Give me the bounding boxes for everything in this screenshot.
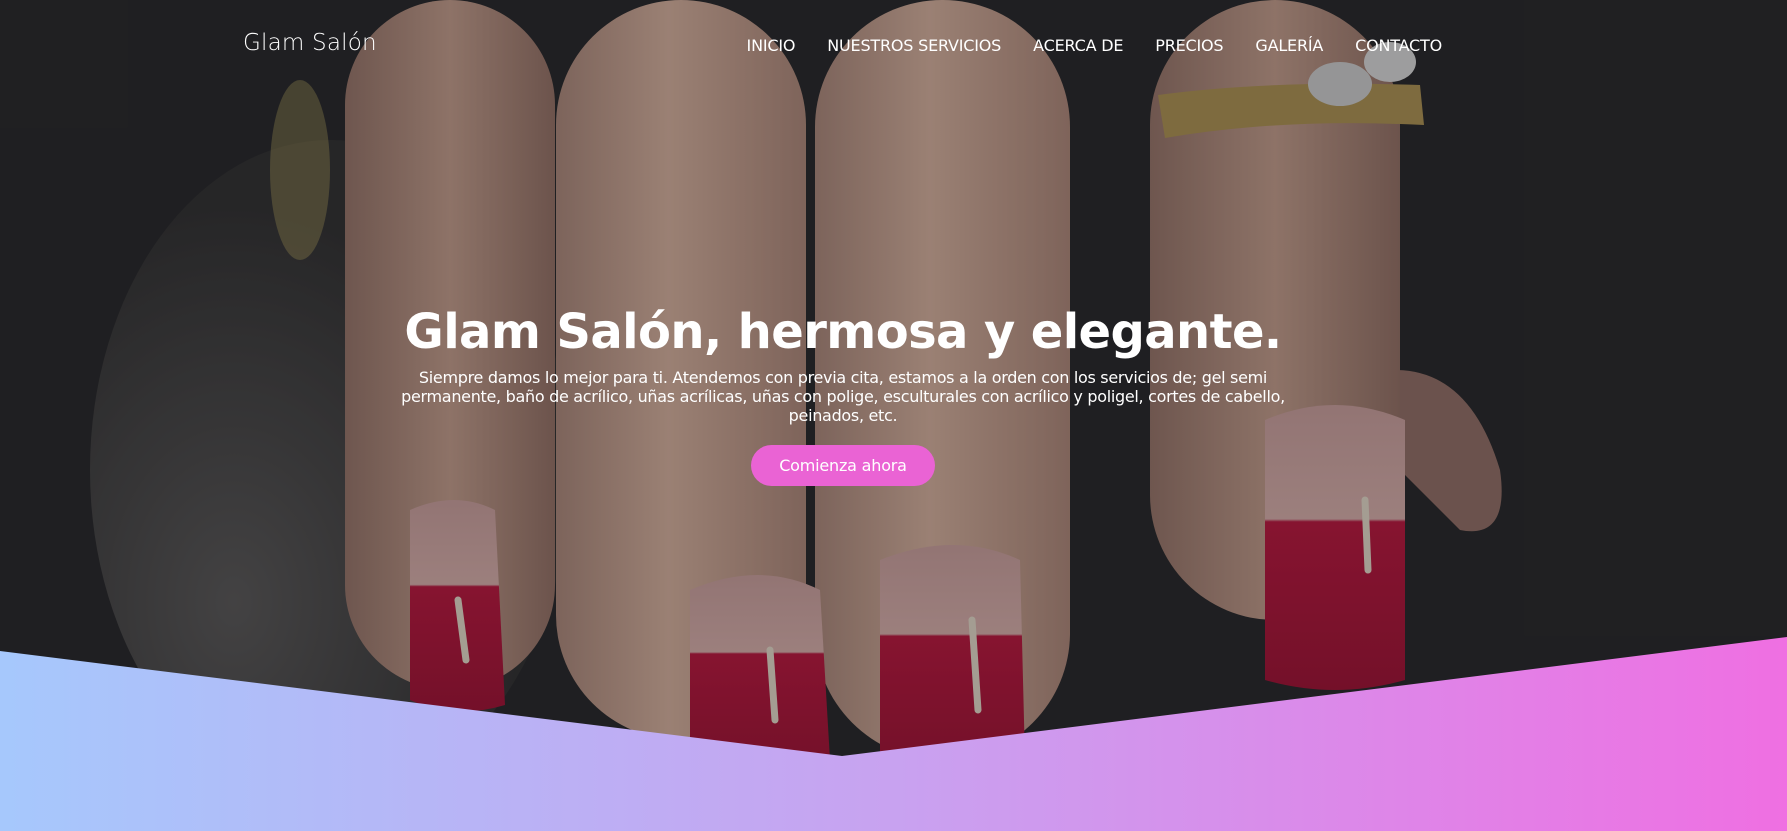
nav-item-contacto: CONTACTO <box>1355 36 1442 55</box>
nav-link-galeria[interactable]: GALERÍA <box>1255 36 1323 55</box>
nav-link-servicios[interactable]: NUESTROS SERVICIOS <box>827 36 1001 55</box>
nav-item-servicios: NUESTROS SERVICIOS <box>827 36 1001 55</box>
nav-link-contacto[interactable]: CONTACTO <box>1355 36 1442 55</box>
nav-item-acerca: ACERCA DE <box>1033 36 1123 55</box>
nav-item-inicio: INICIO <box>747 36 796 55</box>
hero-content: Glam Salón, hermosa y elegante. Siempre … <box>393 300 1293 486</box>
nav-menu: INICIO NUESTROS SERVICIOS ACERCA DE PREC… <box>747 36 1443 55</box>
hero-description: Siempre damos lo mejor para ti. Atendemo… <box>401 368 1285 425</box>
nav-item-galeria: GALERÍA <box>1255 36 1323 55</box>
nav-link-inicio[interactable]: INICIO <box>747 36 796 55</box>
hero-title: Glam Salón, hermosa y elegante. <box>404 304 1282 360</box>
hero-section: Glam Salón INICIO NUESTROS SERVICIOS ACE… <box>0 0 1787 831</box>
nav-link-acerca[interactable]: ACERCA DE <box>1033 36 1123 55</box>
nav-link-precios[interactable]: PRECIOS <box>1155 36 1223 55</box>
top-navigation: Glam Salón INICIO NUESTROS SERVICIOS ACE… <box>0 0 1787 92</box>
cta-button[interactable]: Comienza ahora <box>751 445 935 486</box>
brand-logo[interactable]: Glam Salón <box>243 30 377 56</box>
nav-item-precios: PRECIOS <box>1155 36 1223 55</box>
